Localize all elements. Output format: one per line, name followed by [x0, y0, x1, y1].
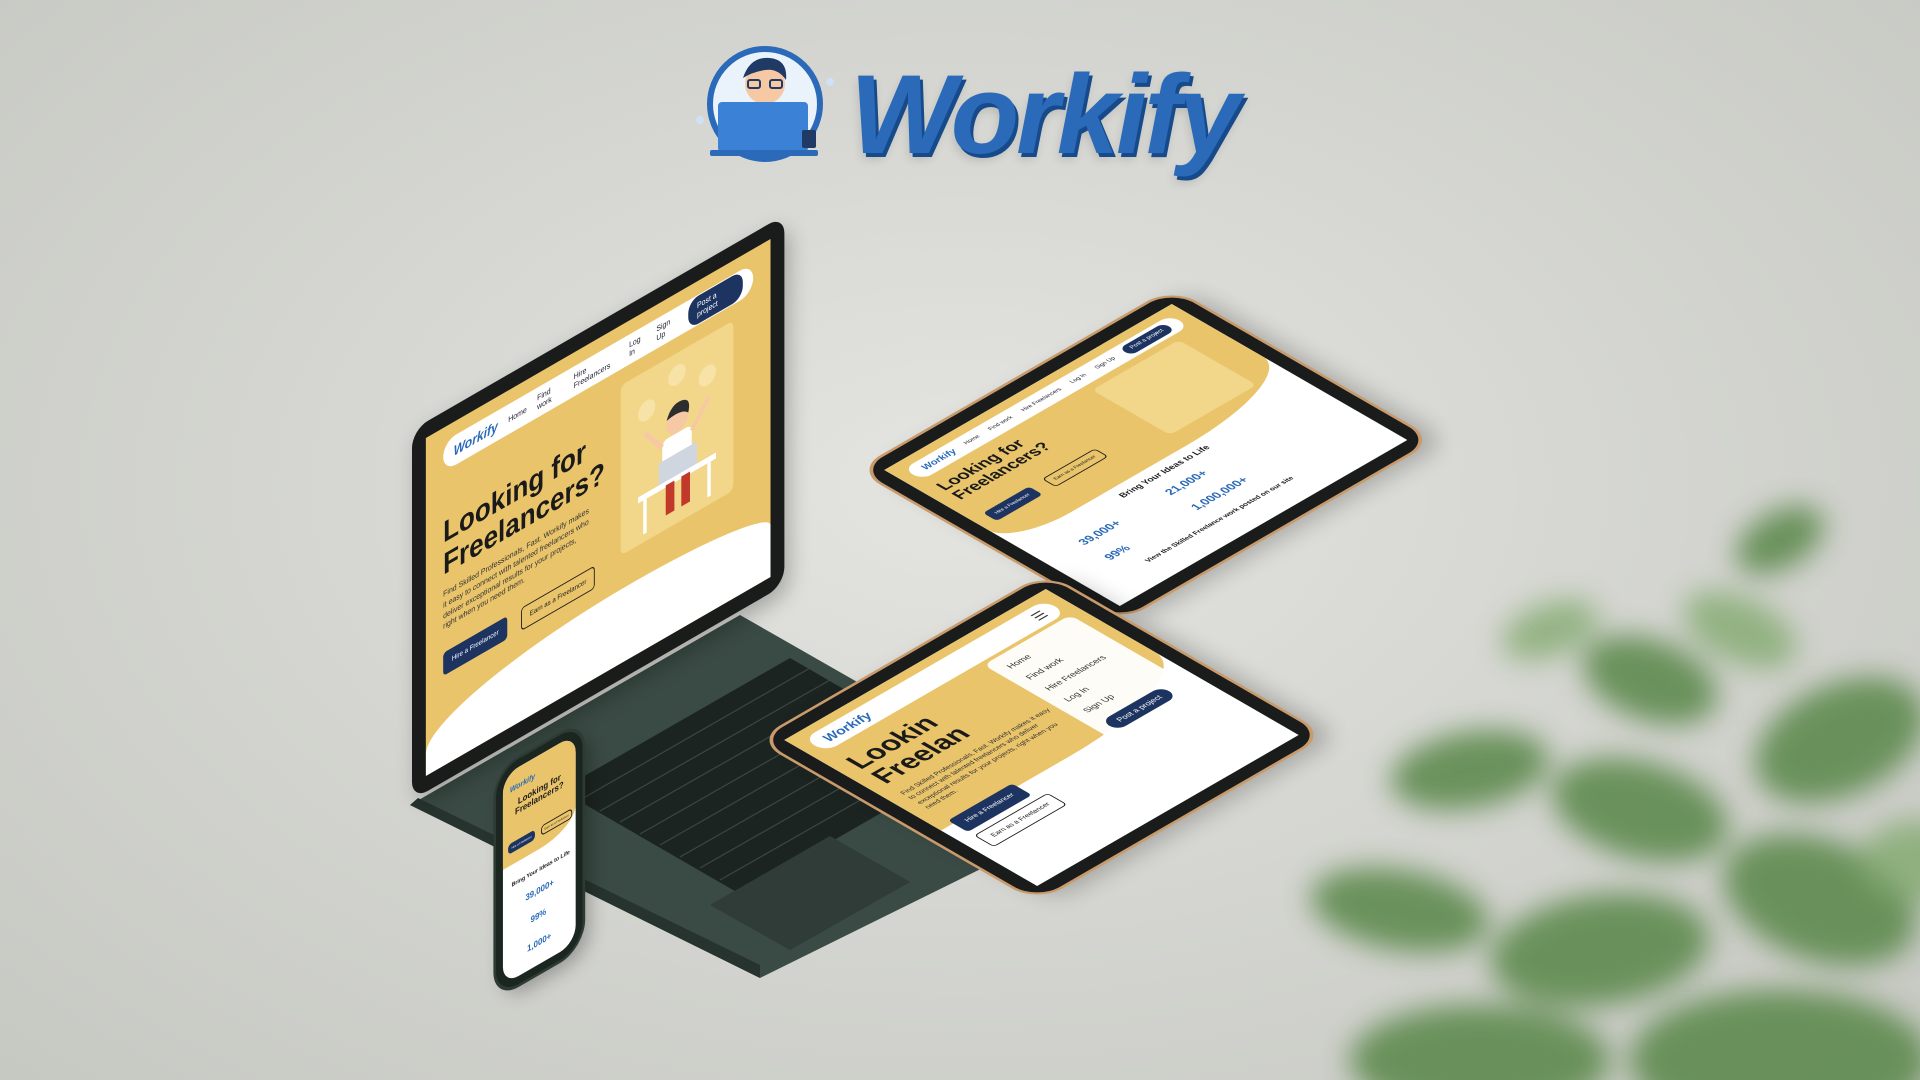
laptop-nav-hire-freelancers[interactable]: Hire Freelancers: [574, 347, 619, 390]
phone-stat-2: 99%: [530, 905, 547, 925]
tablet-back-stat-3: 99%: [1100, 542, 1134, 562]
hamburger-menu-icon[interactable]: ☰: [1027, 608, 1053, 623]
tablet-back-nav-sign-up[interactable]: Sign Up: [1094, 356, 1118, 370]
phone-stat-3: 1,000+: [527, 930, 552, 954]
plant-leaves-decoration: [1311, 505, 1920, 1080]
menu-item-home[interactable]: Home: [1004, 653, 1033, 670]
workify-logo: Workify: [690, 42, 1250, 177]
phone-website: Workify Looking for Freelancers? Hire a …: [502, 734, 576, 985]
laptop-post-project-button[interactable]: Post a project: [688, 270, 743, 330]
phone-stat-1: 39,000+: [525, 876, 554, 903]
mockup-stage: Workify Workify Home Find work Hire Free…: [0, 0, 1920, 1080]
laptop-nav-log-in[interactable]: Log In: [629, 331, 646, 359]
menu-item-sign-up[interactable]: Sign Up: [1080, 693, 1116, 714]
person-at-laptop-icon: [696, 46, 834, 162]
menu-post-project-button[interactable]: Post a project: [1101, 686, 1178, 731]
laptop-site-brand[interactable]: Workify: [454, 417, 498, 459]
laptop-nav-home[interactable]: Home: [508, 404, 526, 424]
tablet-back-nav-log-in[interactable]: Log In: [1069, 373, 1089, 384]
tablet-back-nav-home[interactable]: Home: [963, 435, 982, 446]
laptop-nav-find-work[interactable]: Find work: [537, 379, 563, 412]
tablet-back-stat-1: 39,000+: [1074, 518, 1125, 547]
laptop-nav-sign-up[interactable]: Sign Up: [656, 312, 678, 343]
logo-wordmark: Workify: [850, 52, 1241, 177]
menu-item-log-in[interactable]: Log In: [1061, 685, 1091, 703]
